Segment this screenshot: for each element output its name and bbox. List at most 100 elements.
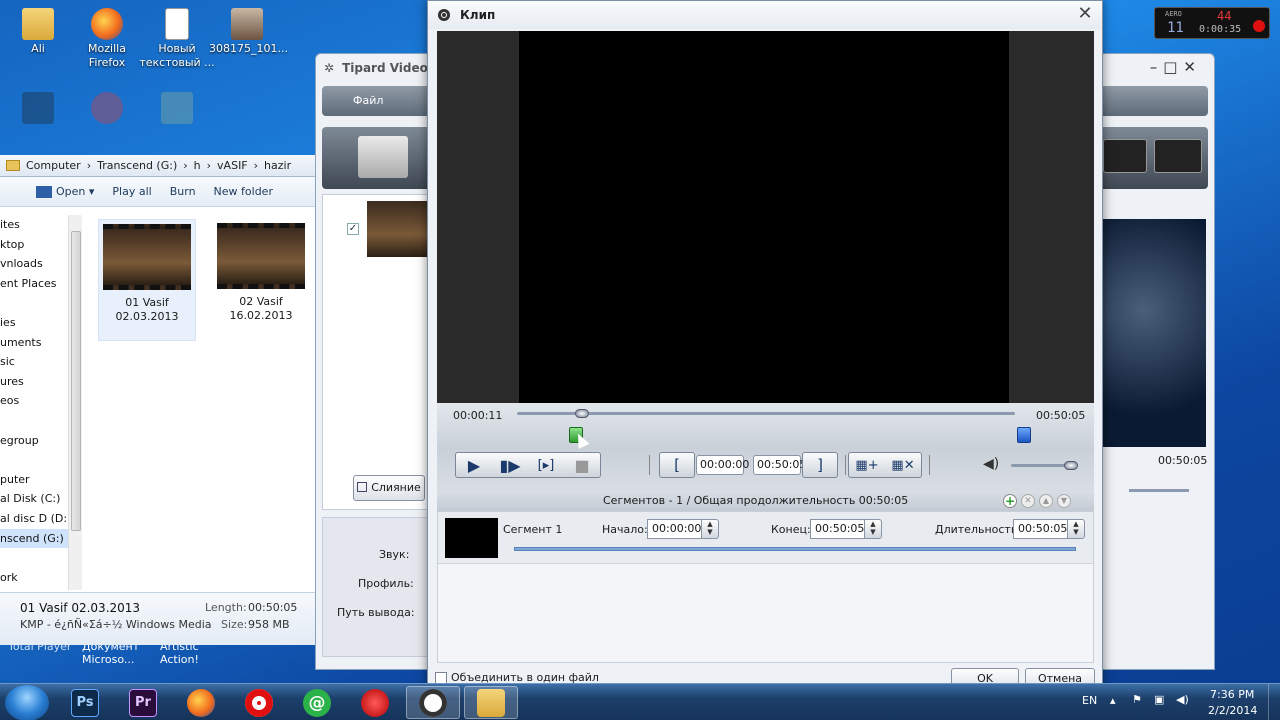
nav-item[interactable] — [0, 293, 68, 313]
desktop-icon-image[interactable] — [139, 92, 215, 126]
play-all-button[interactable]: Play all — [112, 185, 151, 198]
nav-item[interactable] — [0, 450, 68, 470]
gadget-value: 44 — [1217, 9, 1232, 23]
taskbar-recorder[interactable] — [348, 686, 402, 719]
add-video-icon[interactable] — [358, 136, 408, 178]
nav-item[interactable]: ites — [0, 215, 68, 235]
audio-label: Звук: — [379, 548, 410, 561]
spin-arrows-icon[interactable]: ▲ ▼ — [1067, 519, 1085, 539]
speaker-icon[interactable]: ◀) — [983, 456, 999, 472]
step-button[interactable]: [▸] — [528, 453, 564, 477]
breadcrumb-item[interactable]: vASIF — [217, 159, 248, 172]
minimize-button[interactable]: – — [1150, 58, 1164, 76]
flag-icon[interactable]: ⚑ — [1132, 693, 1142, 706]
desktop-icon-nero[interactable] — [69, 92, 145, 126]
timeline-track[interactable] — [517, 412, 1015, 415]
video-thumbnail[interactable] — [367, 201, 429, 257]
address-bar[interactable]: Computer › Transcend (G:) › h › vASIF › hazi… — [0, 155, 315, 177]
volume-handle[interactable] — [1064, 461, 1078, 470]
video-file-01[interactable]: 01 Vasif 02.03.2013 — [98, 219, 196, 341]
nav-item[interactable]: puter — [0, 470, 68, 490]
taskbar-opera[interactable] — [232, 686, 286, 719]
desktop-icon-photo[interactable]: 308175_101... — [209, 8, 288, 56]
desktop-icon-textfile[interactable]: Новый текстовый ... — [139, 8, 215, 70]
start-button[interactable] — [5, 685, 49, 720]
nav-item[interactable]: al disc D (D:) — [0, 509, 68, 529]
dialog-titlebar: Клип — [428, 1, 1102, 29]
nav-item[interactable] — [0, 411, 68, 431]
nav-item[interactable]: ent Places — [0, 274, 68, 294]
play-button[interactable]: ▶ — [456, 453, 492, 477]
clock-time[interactable]: 7:36 PM — [1210, 688, 1254, 701]
nav-item[interactable]: ktop — [0, 235, 68, 255]
nav-item[interactable]: nscend (G:) — [0, 528, 68, 549]
cut-segment-icon[interactable]: ▦✕ — [885, 453, 921, 477]
desktop-icon-label: Mozilla Firefox — [88, 42, 126, 69]
nav-item[interactable]: sic — [0, 352, 68, 372]
spin-arrows-icon[interactable]: ▲ ▼ — [701, 519, 719, 539]
nav-item[interactable]: egroup — [0, 431, 68, 451]
spin-arrows-icon[interactable]: ▲ ▼ — [864, 519, 882, 539]
stop-button[interactable]: ■ — [564, 453, 600, 477]
checkbox-icon[interactable]: ✓ — [347, 223, 359, 235]
open-button[interactable]: Open ▾ — [36, 185, 94, 198]
nav-item[interactable]: vnloads — [0, 254, 68, 274]
volume-slider[interactable] — [1129, 489, 1189, 492]
move-up-icon[interactable]: ▲ — [1039, 494, 1053, 508]
checkbox-icon[interactable] — [435, 671, 447, 684]
nav-item[interactable]: eos — [0, 391, 68, 411]
close-button[interactable]: ✕ — [1183, 58, 1202, 76]
nav-item[interactable]: ures — [0, 372, 68, 392]
taskbar-at-app[interactable]: @ — [290, 686, 344, 719]
text-file-icon — [165, 8, 189, 40]
segment-duration-stepper[interactable]: 00:50:05 ▲ ▼ — [1013, 519, 1085, 539]
add-segment-icon[interactable]: ▦+ — [849, 453, 885, 477]
timeline-handle[interactable] — [574, 409, 589, 418]
nav-item[interactable]: al Disk (C:) — [0, 489, 68, 509]
delete-icon[interactable]: ✕ — [1021, 494, 1035, 508]
new-folder-button[interactable]: New folder — [214, 185, 273, 198]
set-start-button[interactable]: [ — [659, 452, 695, 478]
add-icon[interactable]: + — [1003, 494, 1017, 508]
nav-scrollbar[interactable] — [68, 215, 82, 590]
breadcrumb-item[interactable]: Computer — [26, 159, 81, 172]
preview-time: 00:50:05 — [1158, 454, 1208, 467]
merge-button[interactable]: Слияние — [353, 475, 425, 501]
nav-item[interactable] — [0, 548, 68, 568]
breadcrumb-item[interactable]: h — [194, 159, 201, 172]
clock-date[interactable]: 2/2/2014 — [1208, 704, 1257, 717]
breadcrumb-item[interactable]: hazir — [264, 159, 291, 172]
desktop-icon-firefox[interactable]: Mozilla Firefox — [69, 8, 145, 70]
burn-button[interactable]: Burn — [170, 185, 196, 198]
menu-file[interactable]: Файл — [353, 94, 383, 107]
segment-start-stepper[interactable]: 00:00:00 ▲ ▼ — [647, 519, 719, 539]
tray-arrow-icon[interactable]: ▴ — [1110, 694, 1116, 707]
nav-item[interactable]: ork — [0, 568, 68, 588]
taskbar-photoshop[interactable]: Ps — [58, 686, 112, 719]
nav-item[interactable]: ies — [0, 313, 68, 333]
taskbar-explorer[interactable] — [464, 686, 518, 719]
segment-row[interactable]: Сегмент 1 Начало: 00:00:00 ▲ ▼ Конец: 00:5… — [438, 512, 1093, 564]
video-file-02[interactable]: 02 Vasif 16.02.2013 — [212, 219, 310, 323]
maximize-button[interactable]: □ — [1163, 58, 1183, 76]
taskbar-firefox[interactable] — [174, 686, 228, 719]
segment-end-stepper[interactable]: 00:50:05 ▲ ▼ — [810, 519, 882, 539]
desktop-icon-game[interactable] — [0, 92, 76, 126]
language-indicator[interactable]: EN — [1082, 694, 1097, 707]
desktop-icon-ali[interactable]: Ali — [0, 8, 76, 56]
show-desktop-button[interactable] — [1268, 684, 1280, 720]
video-preview — [437, 31, 1094, 403]
set-end-button[interactable]: ] — [802, 452, 838, 478]
volume-icon[interactable]: ◀) — [1176, 693, 1189, 706]
end-marker-icon[interactable] — [1017, 427, 1031, 443]
segment-end-label: Конец: — [771, 523, 811, 536]
network-icon[interactable]: ▣ — [1154, 693, 1164, 706]
taskbar-tipard[interactable] — [406, 686, 460, 719]
close-icon[interactable]: ✕ — [1076, 5, 1094, 23]
nav-item[interactable]: uments — [0, 333, 68, 353]
move-down-icon[interactable]: ▼ — [1057, 494, 1071, 508]
taskbar-premiere[interactable]: Pr — [116, 686, 170, 719]
scrollbar-thumb[interactable] — [71, 231, 81, 531]
next-frame-button[interactable]: ▮▶ — [492, 453, 528, 477]
breadcrumb-item[interactable]: Transcend (G:) — [97, 159, 177, 172]
